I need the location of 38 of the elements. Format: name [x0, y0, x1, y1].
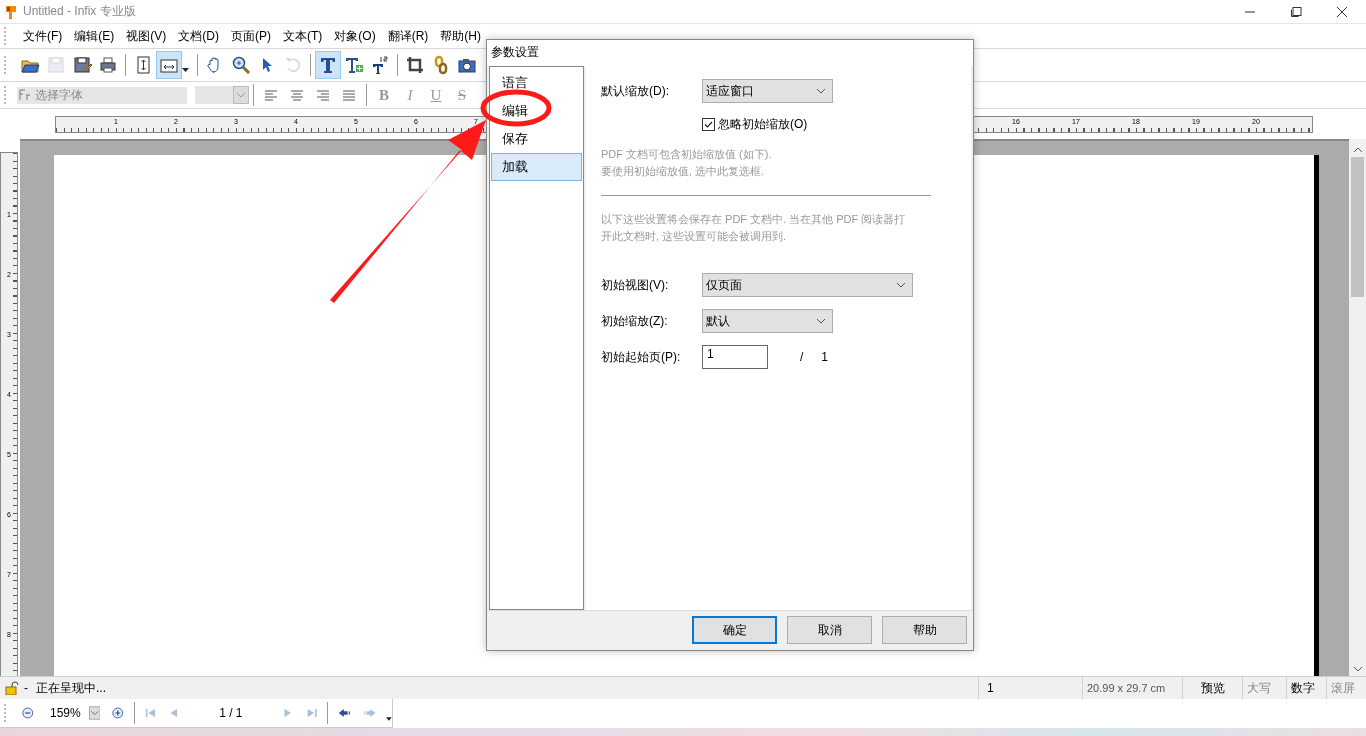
- dialog-button[interactable]: 取消: [787, 616, 872, 644]
- checkbox[interactable]: 忽略初始缩放(O): [702, 116, 971, 133]
- dialog-title: 参数设置: [487, 40, 973, 66]
- dropdown[interactable]: 适应窗口: [702, 79, 833, 103]
- category-item[interactable]: 加载: [491, 153, 582, 181]
- menu-item[interactable]: 视图(V): [120, 27, 173, 45]
- page-indicator: 1 / 1: [218, 706, 244, 720]
- dialog-button[interactable]: 帮助: [882, 616, 967, 644]
- window-title: Untitled - Infix 专业版: [23, 3, 136, 20]
- menu-item[interactable]: 帮助(H): [434, 27, 487, 45]
- info-text: 开此文档时, 这些设置可能会被调用到.: [601, 229, 788, 244]
- category-item[interactable]: 语言: [491, 69, 582, 97]
- note-text: 要使用初始缩放值, 选中此复选框.: [601, 164, 766, 179]
- category-item[interactable]: 保存: [491, 125, 582, 153]
- menu-item[interactable]: 翻译(R): [381, 27, 435, 45]
- dropdown[interactable]: 仅页面: [702, 273, 913, 297]
- menu-item[interactable]: 文本(T): [277, 27, 329, 45]
- field-label: 默认缩放(D):: [601, 82, 670, 100]
- page-input[interactable]: 1: [702, 345, 768, 369]
- status-message: 正在呈现中...: [36, 679, 106, 697]
- menu-item[interactable]: 文档(D): [172, 27, 225, 45]
- field-label: 初始视图(V):: [601, 276, 670, 294]
- info-text: 以下这些设置将会保存在 PDF 文档中. 当在其他 PDF 阅读器打: [601, 212, 907, 227]
- zoom-level[interactable]: 159%: [50, 706, 81, 720]
- dropdown[interactable]: 默认: [702, 309, 833, 333]
- status-text: -: [24, 681, 28, 695]
- category-item[interactable]: 编辑: [491, 97, 582, 125]
- page-total: 1: [821, 350, 829, 364]
- menu-item[interactable]: 页面(P): [225, 27, 277, 45]
- dialog-button[interactable]: 确定: [692, 616, 777, 644]
- menu-item[interactable]: 对象(O): [328, 27, 382, 45]
- font-field[interactable]: 选择字体: [33, 86, 187, 104]
- field-label: 初始起始页(P):: [601, 348, 682, 366]
- note-text: PDF 文档可包含初始缩放值 (如下).: [601, 147, 773, 162]
- menu-item[interactable]: 编辑(E): [68, 27, 121, 45]
- field-label: 初始缩放(Z):: [601, 312, 669, 330]
- separator-text: /: [800, 350, 804, 364]
- menu-item[interactable]: 文件(F): [17, 27, 69, 45]
